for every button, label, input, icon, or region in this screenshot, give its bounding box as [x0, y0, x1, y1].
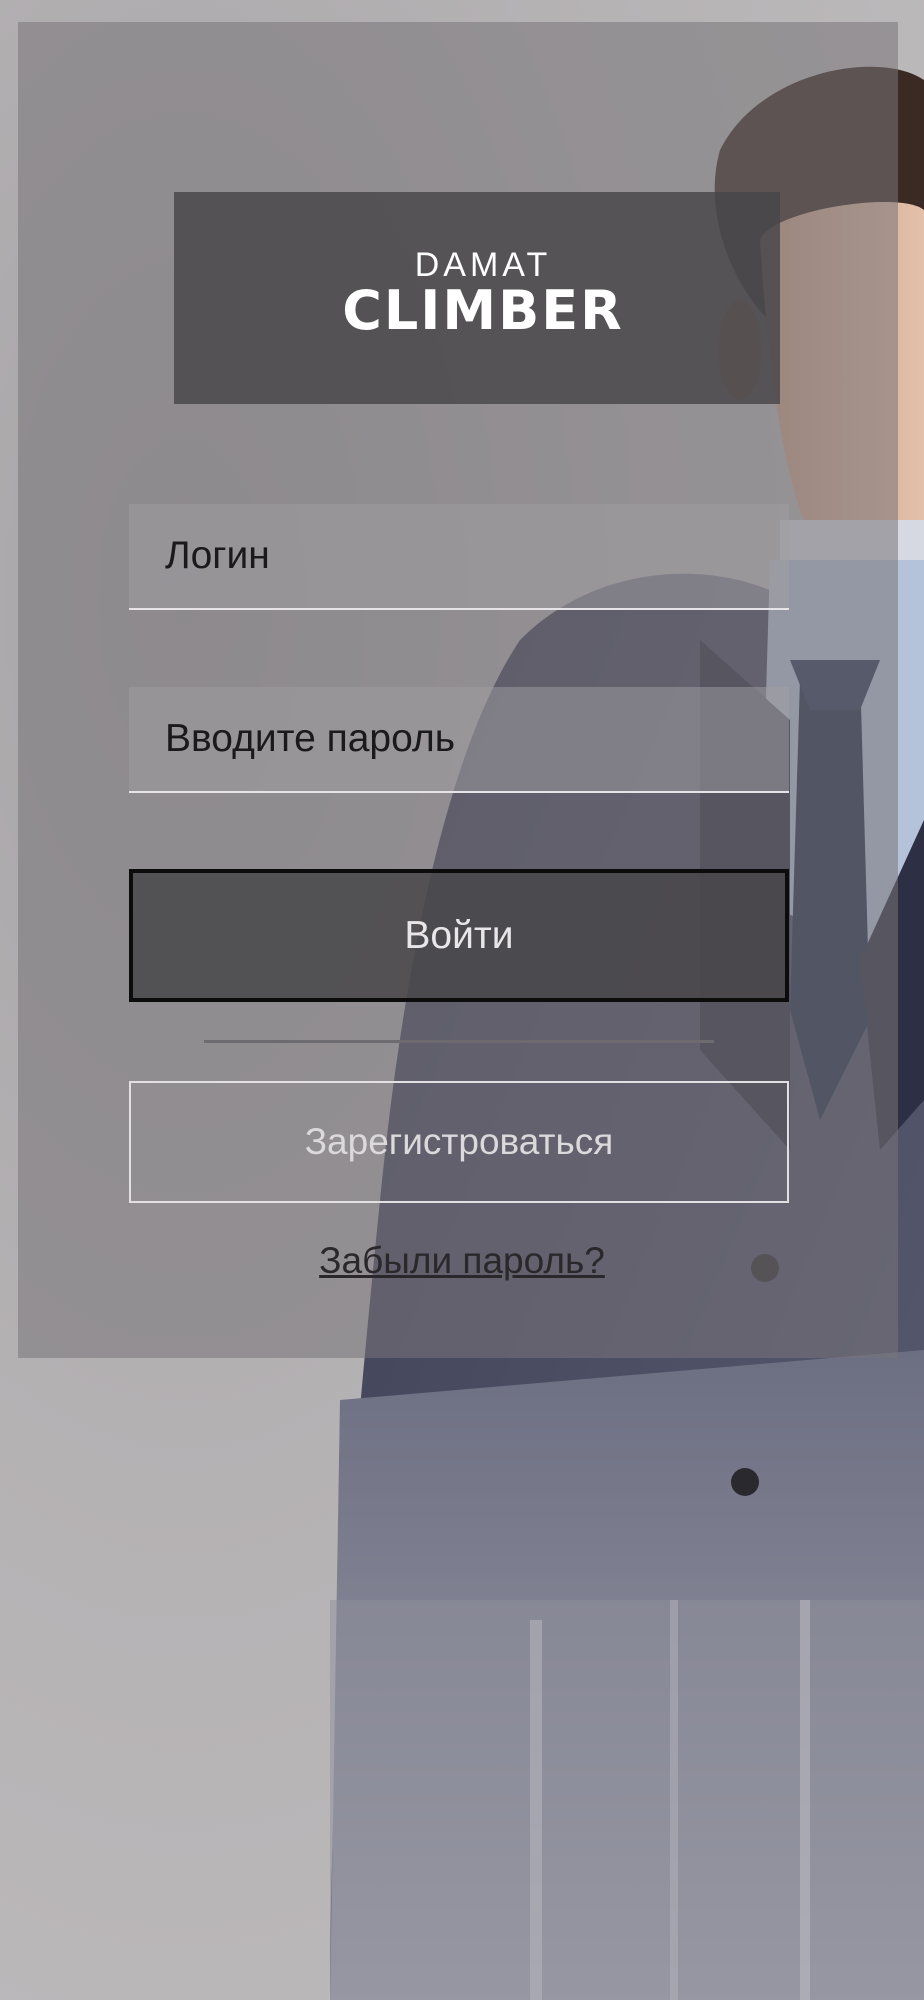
register-button[interactable]: Зарегистроваться — [129, 1081, 789, 1203]
brand-logo-line1: DAMAT — [414, 246, 552, 284]
brand-logo-line2: CLIMBER — [342, 279, 624, 342]
login-field[interactable] — [129, 504, 789, 610]
password-field[interactable] — [129, 687, 789, 793]
brand-logo: DAMAT CLIMBER — [174, 192, 780, 404]
login-input[interactable] — [129, 504, 789, 608]
password-input[interactable] — [129, 687, 789, 791]
login-button[interactable]: Войти — [129, 869, 789, 1002]
forgot-password-link[interactable]: Забыли пароль? — [0, 1240, 924, 1282]
form-divider — [204, 1040, 714, 1043]
